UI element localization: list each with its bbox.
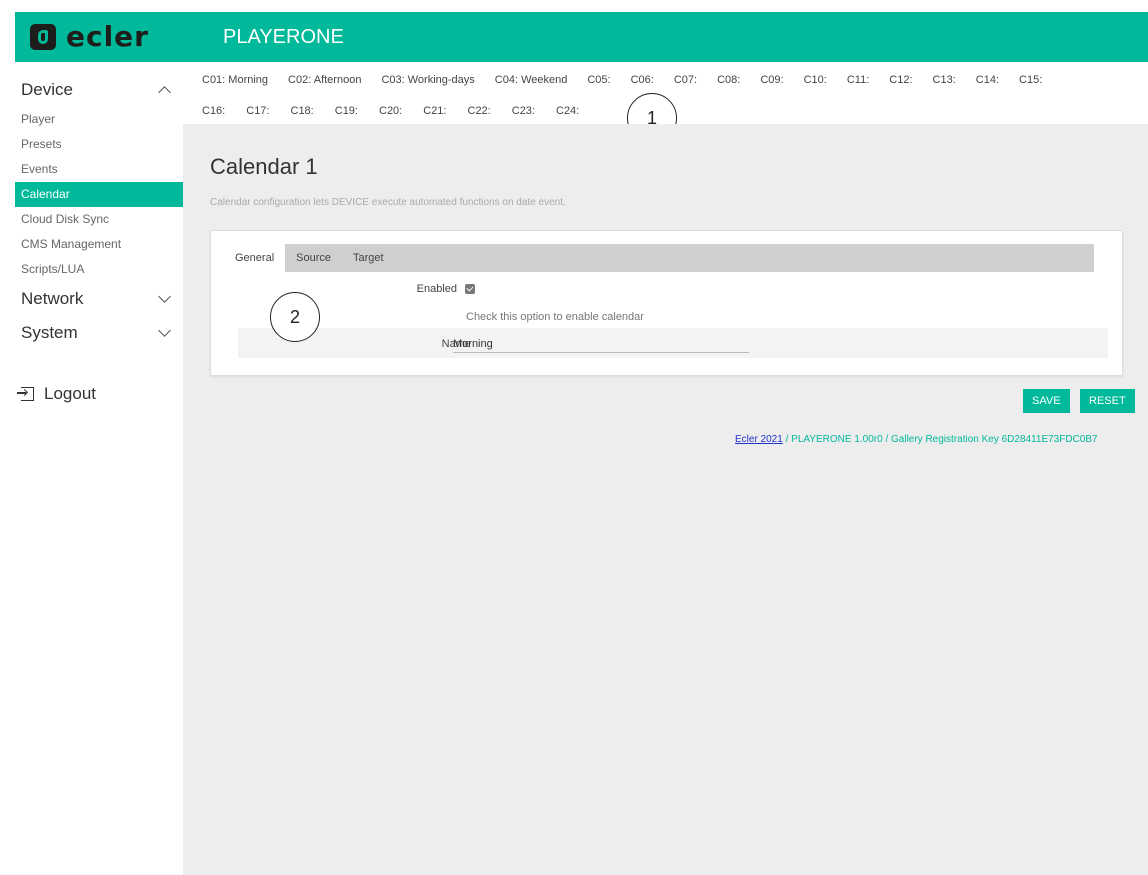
logo-mark-icon [30, 24, 56, 50]
calendar-tab-row2-4[interactable]: C20: [379, 105, 402, 117]
calendar-tab-row1-5[interactable]: C06: [631, 74, 654, 86]
calendar-tab-row1-11[interactable]: C12: [889, 74, 912, 86]
sidebar-item-cms-management[interactable]: CMS Management [15, 232, 183, 257]
chevron-down-icon [158, 290, 171, 303]
nav-group-device[interactable]: Device [15, 73, 183, 107]
logout-icon [17, 387, 34, 401]
calendar-tab-row1-6[interactable]: C07: [674, 74, 697, 86]
calendar-row-2: C16: C17: C18: C19: C20: C21: C22: C23: C24: [202, 105, 600, 117]
logout-label: Logout [44, 384, 96, 403]
calendar-tab-row1-3[interactable]: C04: Weekend [495, 74, 568, 86]
enabled-checkbox[interactable] [465, 284, 475, 294]
page-title: Calendar 1 [210, 154, 318, 179]
sidebar-item-presets[interactable]: Presets [15, 132, 183, 157]
calendar-row-1: C01: Morning C02: Afternoon C03: Working-d… [202, 74, 1062, 86]
logo-text: ecler [66, 20, 149, 53]
calendar-tab-row1-10[interactable]: C11: [847, 74, 869, 86]
top-header: ecler PLAYERONE [15, 12, 1148, 62]
sidebar: Device Player Presets Events Calendar Cl… [15, 62, 183, 875]
footer: Ecler 2021 / PLAYERONE 1.00r0 / Gallery … [735, 434, 1098, 445]
name-input[interactable] [453, 336, 749, 353]
calendar-tab-row2-2[interactable]: C18: [291, 105, 314, 117]
main-content: Calendar 1 Calendar configuration lets D… [183, 124, 1148, 875]
footer-link[interactable]: Ecler 2021 [735, 434, 783, 445]
calendar-tab-row2-1[interactable]: C17: [246, 105, 269, 117]
tab-source[interactable]: Source [285, 244, 342, 272]
chevron-down-icon [158, 324, 171, 337]
ecler-logo: ecler [30, 23, 210, 51]
enabled-hint: Check this option to enable calendar [466, 311, 644, 323]
nav-group-device-label: Device [21, 80, 73, 99]
calendar-tab-row1-2[interactable]: C03: Working-days [381, 74, 474, 86]
logout-button[interactable]: Logout [15, 384, 183, 404]
app-title: PLAYERONE [223, 25, 344, 48]
sidebar-item-events[interactable]: Events [15, 157, 183, 182]
sidebar-item-scripts-lua[interactable]: Scripts/LUA [15, 257, 183, 282]
calendar-tab-row2-5[interactable]: C21: [423, 105, 446, 117]
tab-target[interactable]: Target [342, 244, 395, 272]
nav-group-system[interactable]: System [15, 316, 183, 350]
calendar-tab-row1-14[interactable]: C15: [1019, 74, 1042, 86]
nav-group-network[interactable]: Network [15, 282, 183, 316]
calendar-tab-row2-7[interactable]: C23: [512, 105, 535, 117]
callout-marker-2: 2 [270, 292, 320, 342]
sidebar-item-cloud-disk-sync[interactable]: Cloud Disk Sync [15, 207, 183, 232]
calendar-tab-row2-3[interactable]: C19: [335, 105, 358, 117]
calendar-settings-panel: General Source Target Enabled Check this… [210, 230, 1123, 376]
calendar-tab-row1-7[interactable]: C08: [717, 74, 740, 86]
sidebar-item-calendar[interactable]: Calendar [15, 182, 183, 207]
calendar-tab-row2-0[interactable]: C16: [202, 105, 225, 117]
calendar-tab-row1-9[interactable]: C10: [804, 74, 827, 86]
nav-group-network-label: Network [21, 289, 84, 308]
calendar-tab-row1-1[interactable]: C02: Afternoon [288, 74, 361, 86]
calendar-tab-row1-12[interactable]: C13: [933, 74, 956, 86]
calendar-tab-row2-8[interactable]: C24: [556, 105, 579, 117]
name-row: Name [238, 328, 1108, 358]
sidebar-item-player[interactable]: Player [15, 107, 183, 132]
calendar-tab-row1-13[interactable]: C14: [976, 74, 999, 86]
save-button[interactable]: SAVE [1023, 389, 1070, 413]
calendar-tab-row2-6[interactable]: C22: [468, 105, 491, 117]
tab-bar: General Source Target [224, 244, 1094, 272]
enabled-label: Enabled [416, 283, 457, 295]
tab-general[interactable]: General [224, 244, 286, 272]
footer-text: / PLAYERONE 1.00r0 / Gallery Registratio… [782, 434, 1098, 445]
calendar-tab-row1-0[interactable]: C01: Morning [202, 74, 268, 86]
calendar-tab-row1-4[interactable]: C05: [587, 74, 610, 86]
chevron-up-icon [158, 86, 171, 99]
page-description: Calendar configuration lets DEVICE execu… [210, 197, 566, 208]
nav-group-system-label: System [21, 323, 78, 342]
reset-button[interactable]: RESET [1080, 389, 1135, 413]
calendar-tab-row1-8[interactable]: C09: [760, 74, 783, 86]
